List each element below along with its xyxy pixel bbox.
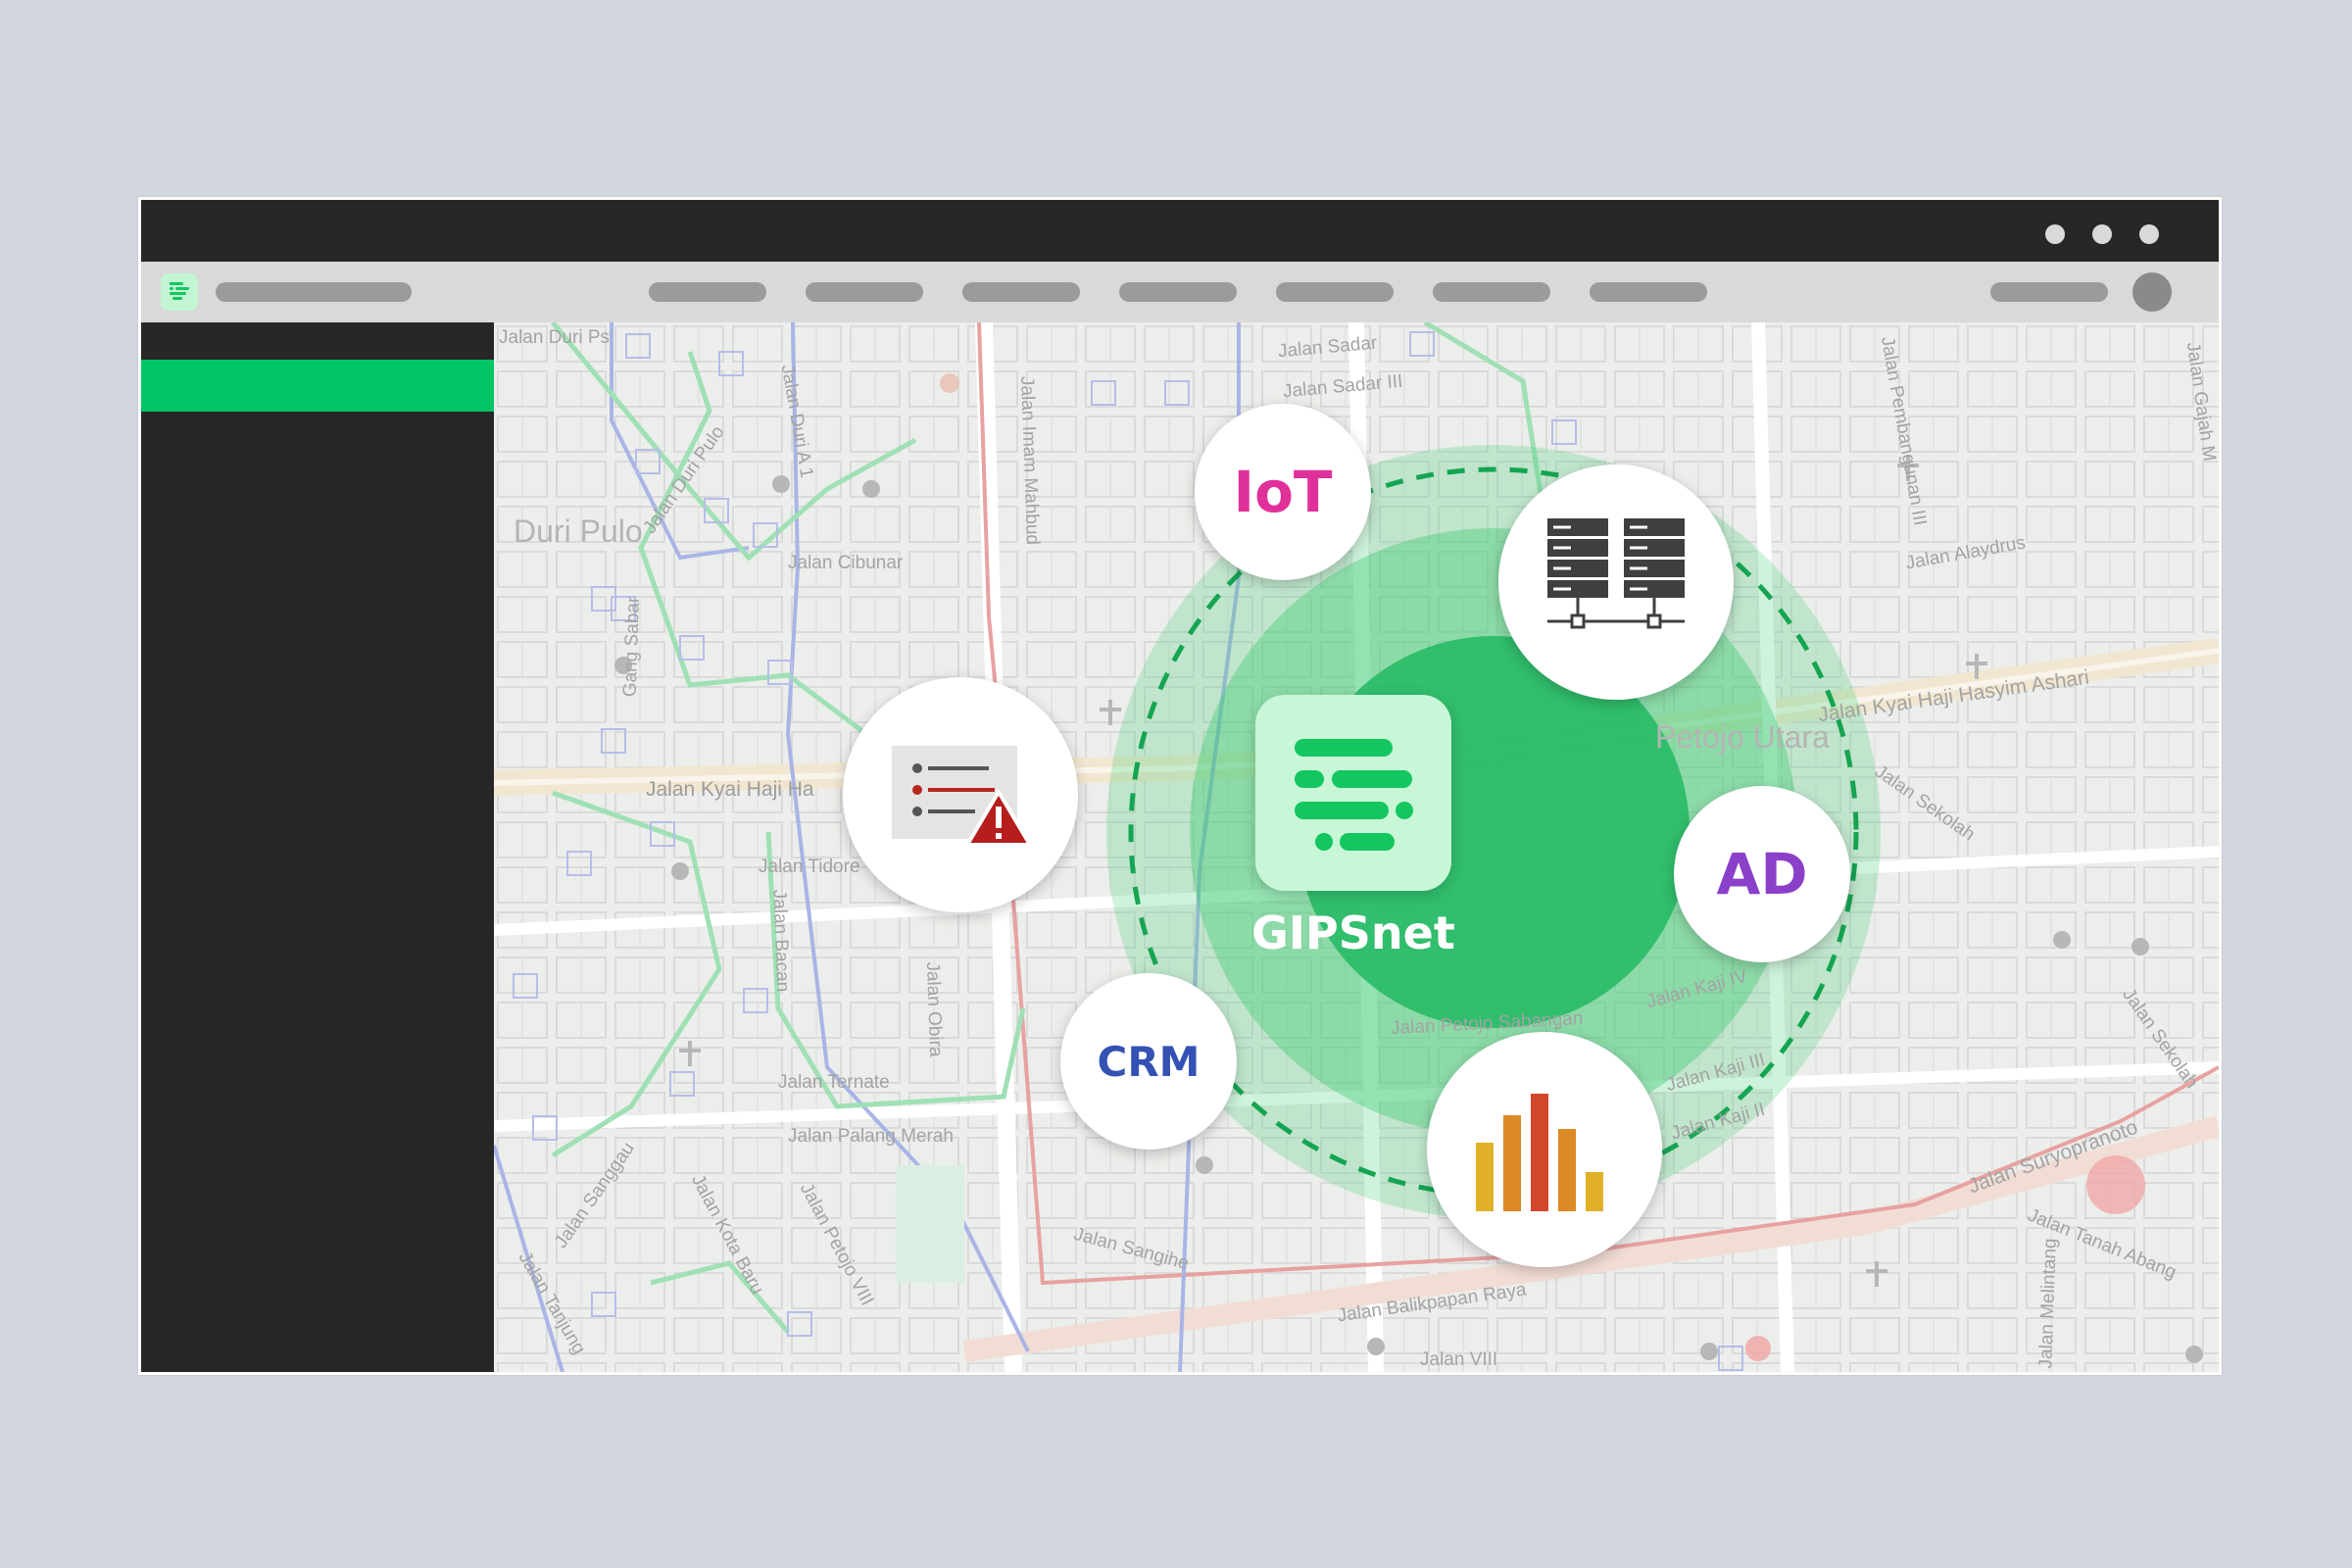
map-label: Duri Pulo — [514, 514, 643, 549]
window-dot-icon[interactable] — [2139, 224, 2159, 244]
server-network-icon — [1547, 518, 1685, 629]
nav-item-placeholder[interactable] — [1276, 282, 1394, 302]
window-dot-icon[interactable] — [2045, 224, 2065, 244]
app-toolbar — [141, 262, 2219, 322]
server-network-node[interactable] — [1498, 465, 1734, 700]
map-label: Jalan Bacan — [768, 889, 794, 993]
ad-node[interactable]: AD — [1674, 786, 1850, 962]
sidebar-item-active[interactable] — [141, 360, 494, 412]
title-bar — [141, 200, 2219, 262]
nav-item-placeholder[interactable] — [962, 282, 1080, 302]
map-label: Jalan Ternate — [778, 1072, 890, 1093]
map-label: Jalan Melintang — [2035, 1238, 2061, 1369]
nav-item-placeholder[interactable] — [649, 282, 766, 302]
map-label: Jalan Palang Merah — [788, 1126, 954, 1147]
nav-item-placeholder[interactable] — [1119, 282, 1237, 302]
map-label: Jalan Duri Ps — [499, 327, 610, 348]
map-label: Jalan VIII — [1420, 1349, 1498, 1370]
hub-name: GIPSnet — [1251, 906, 1455, 959]
nav-item-placeholder[interactable] — [806, 282, 923, 302]
window-dot-icon[interactable] — [2092, 224, 2112, 244]
crm-node[interactable]: CRM — [1060, 973, 1237, 1150]
map-label: Gang Sabar — [619, 596, 645, 698]
alerts-node[interactable] — [843, 677, 1078, 912]
user-name-placeholder[interactable] — [1990, 282, 2108, 302]
alert-list-icon — [892, 746, 1032, 847]
nav-item-placeholder[interactable] — [1590, 282, 1707, 302]
avatar[interactable] — [2132, 272, 2172, 312]
app-logo-icon[interactable] — [161, 273, 198, 311]
map-label: Jalan Kyai Haji Ha — [646, 778, 814, 801]
ad-label: AD — [1716, 841, 1808, 907]
map-label: Jalan Cibunar — [788, 553, 904, 573]
bar-chart-icon — [1476, 1094, 1603, 1211]
app-title-placeholder — [216, 282, 412, 302]
crm-label: CRM — [1097, 1037, 1200, 1086]
analytics-node[interactable] — [1427, 1032, 1662, 1267]
iot-node[interactable]: IoT — [1195, 404, 1371, 580]
nav-item-placeholder[interactable] — [1433, 282, 1550, 302]
map-label: Jalan Obira — [921, 961, 947, 1057]
iot-label: IoT — [1233, 459, 1333, 525]
map-label: Petojo Utara — [1655, 719, 1830, 755]
browser-window: Jalan Duri Ps Duri Pulo Jalan Duri Pulo … — [138, 197, 2222, 1375]
gipsnet-logo-icon[interactable] — [1255, 695, 1451, 891]
map-label: Jalan Tidore — [759, 857, 860, 877]
sidebar — [141, 322, 494, 1372]
